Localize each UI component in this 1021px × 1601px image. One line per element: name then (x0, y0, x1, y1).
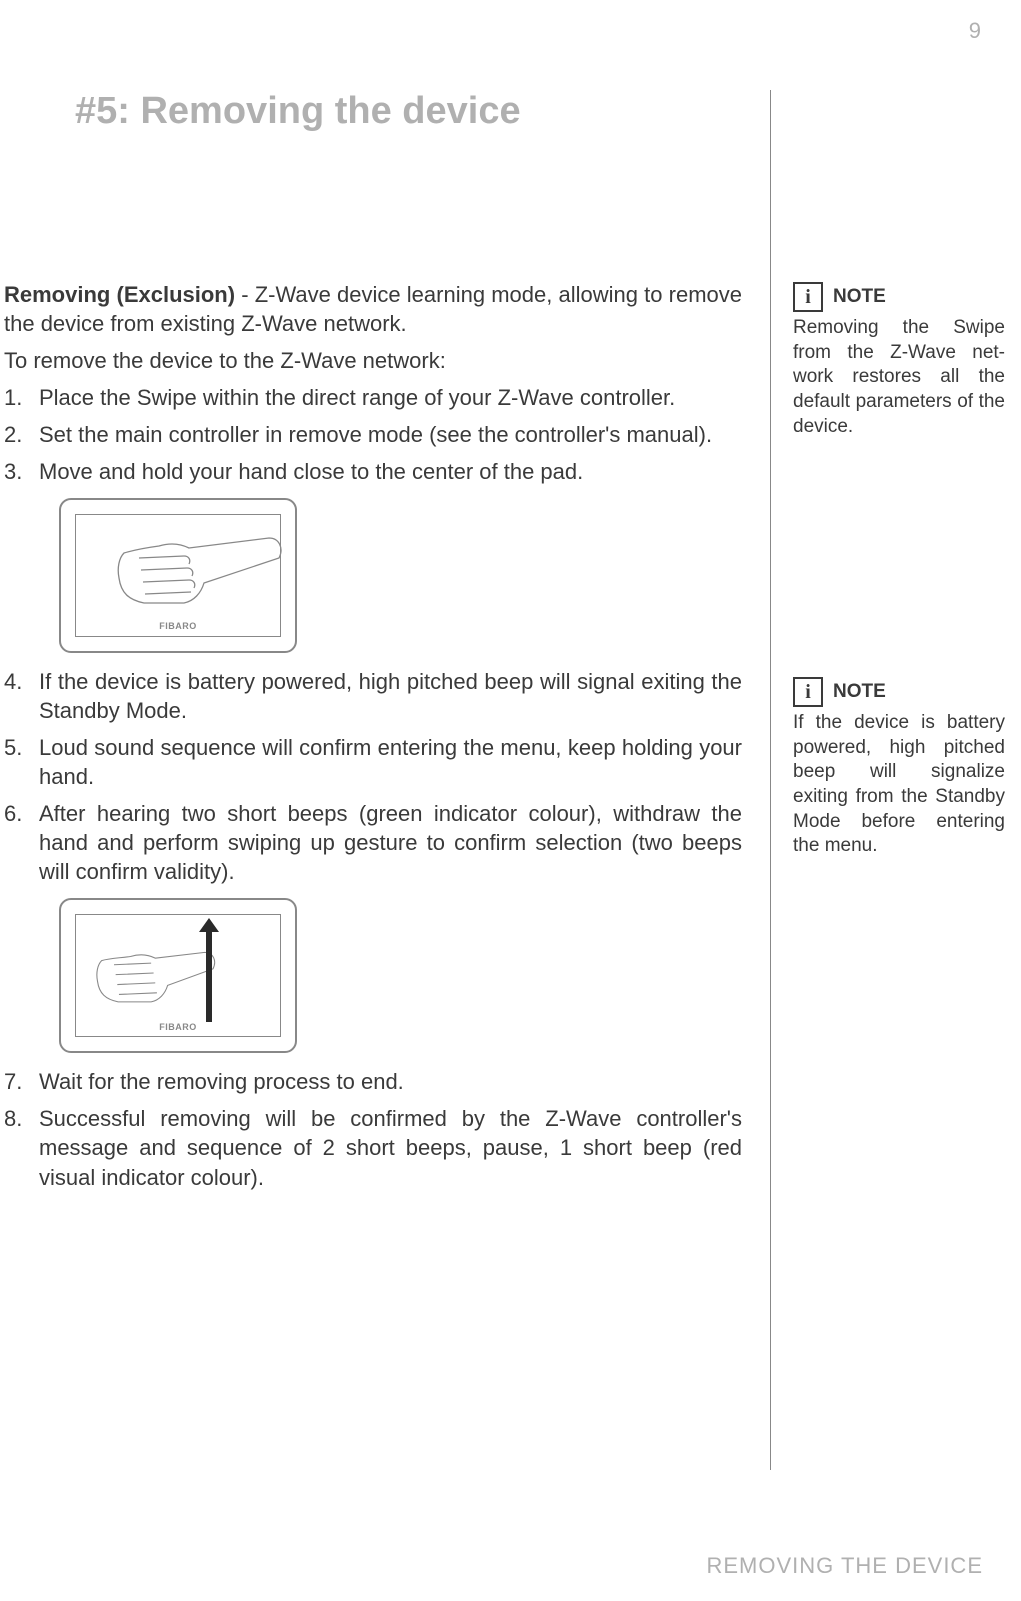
main-content: Removing (Exclusion) - Z-Wave device lea… (4, 280, 742, 1200)
step-2: Set the main controller in remove mode (… (4, 420, 742, 449)
step-4: If the device is battery powered, high p… (4, 667, 742, 725)
info-icon: i (793, 677, 823, 707)
arrow-up-icon (195, 912, 223, 1032)
subheading: To remove the device to the Z-Wave netwo… (4, 346, 742, 375)
step-1: Place the Swipe within the direct range … (4, 383, 742, 412)
note-label: NOTE (833, 681, 886, 703)
footer-section-title: REMOVING THE DEVICE (706, 1553, 983, 1579)
illustration-swipe-up: FIBARO (59, 898, 297, 1053)
note-text-1: Removing the Swipe from the Z-Wave net­w… (793, 316, 1005, 439)
illustration-brand-label: FIBARO (159, 1022, 197, 1034)
step-5: Loud sound sequence will confirm enterin… (4, 733, 742, 791)
steps-list: Place the Swipe within the direct range … (4, 383, 742, 1191)
page-number: 9 (969, 18, 981, 44)
note-header: i NOTE (793, 677, 1005, 707)
info-icon: i (793, 282, 823, 312)
note-text-2: If the device is bat­tery powered, high … (793, 711, 1005, 859)
step-6: After hearing two short beeps (green ind… (4, 799, 742, 886)
illustration-brand-label: FIBARO (159, 621, 197, 633)
note-label: NOTE (833, 286, 886, 308)
step-3: Move and hold your hand close to the cen… (4, 457, 742, 486)
step-7: Wait for the removing process to end. (4, 1067, 742, 1096)
note-block-2: i NOTE If the device is bat­tery powered… (793, 677, 1005, 859)
sidebar: i NOTE Removing the Swipe from the Z-Wav… (770, 90, 1002, 1470)
note-block-1: i NOTE Removing the Swipe from the Z-Wav… (793, 282, 1005, 439)
illustration-hand-hold: FIBARO (59, 498, 297, 653)
section-heading: #5: Removing the device (75, 90, 521, 133)
note-header: i NOTE (793, 282, 1005, 312)
step-8: Successful removing will be confirmed by… (4, 1104, 742, 1191)
hand-icon (89, 508, 289, 628)
intro-bold: Removing (Exclusion) (4, 282, 235, 307)
intro-paragraph: Removing (Exclusion) - Z-Wave device lea… (4, 280, 742, 338)
